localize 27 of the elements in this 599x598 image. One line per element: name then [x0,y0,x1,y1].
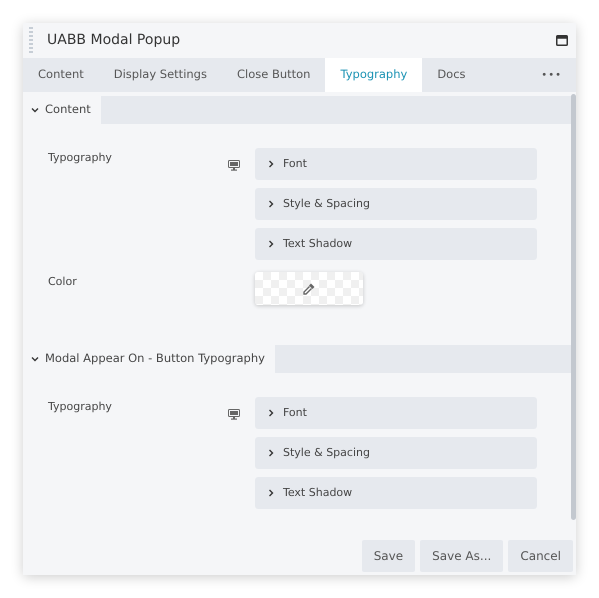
field-label: Color [48,274,78,290]
option-toggle[interactable]: Font [255,397,537,429]
desktop-icon[interactable] [228,160,240,172]
window-title: UABB Modal Popup [47,31,182,50]
option-toggle[interactable]: Style & Spacing [255,188,537,220]
scrollbar[interactable] [571,94,576,520]
tab[interactable]: Content [23,58,99,92]
option-toggle[interactable]: Font [255,148,537,180]
tab[interactable]: Close Button [222,58,326,92]
field-label: Typography [48,150,113,166]
desktop-icon[interactable] [228,409,240,420]
footer-button[interactable]: Save As... [420,540,504,572]
footer-button[interactable]: Cancel [508,540,573,572]
drag-handle-icon[interactable] [29,26,33,54]
option-toggle[interactable]: Style & Spacing [255,437,537,469]
section-header[interactable]: Modal Appear On - Button Typography [23,345,275,373]
field-label: Typography [48,399,113,415]
maximize-icon[interactable] [556,35,568,46]
tab[interactable]: Typography [325,58,422,92]
more-button[interactable]: ••• [527,58,576,92]
tab[interactable]: Display Settings [98,58,222,92]
section-header[interactable]: Content [23,96,101,124]
color-picker[interactable] [255,272,363,305]
footer-button[interactable]: Save [362,540,416,572]
option-toggle[interactable]: Text Shadow [255,228,537,260]
tab[interactable]: Docs [422,58,481,92]
option-toggle[interactable]: Text Shadow [255,477,537,509]
